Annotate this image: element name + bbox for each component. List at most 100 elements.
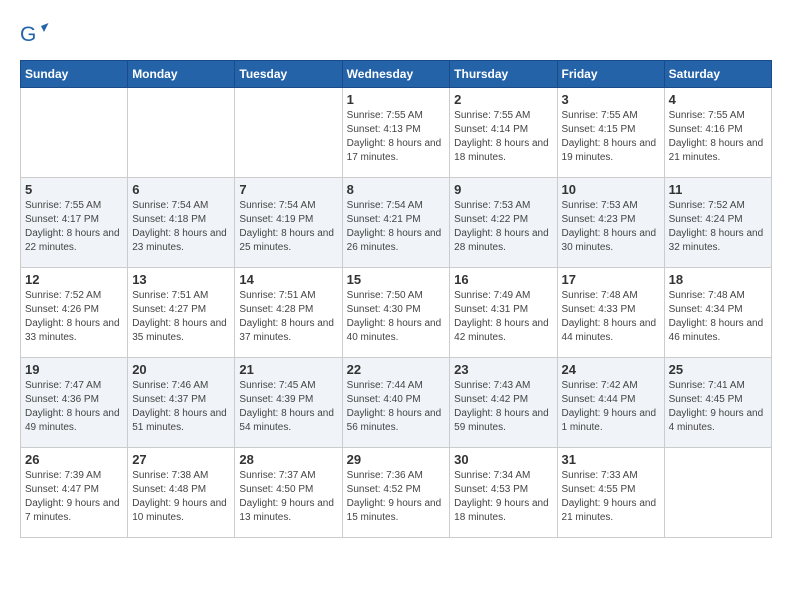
week-row-1: 1 Sunrise: 7:55 AMSunset: 4:13 PMDaylight… (21, 88, 772, 178)
day-number: 20 (132, 362, 230, 377)
calendar-cell: 12 Sunrise: 7:52 AMSunset: 4:26 PMDayligh… (21, 268, 128, 358)
day-info: Sunrise: 7:41 AMSunset: 4:45 PMDaylight:… (669, 379, 767, 435)
day-info: Sunrise: 7:55 AMSunset: 4:15 PMDaylight:… (562, 109, 660, 165)
calendar-cell: 11Sunrise: 7:52 AMSunset: 4:24 PMDayligh… (664, 178, 771, 268)
day-number: 17 (562, 272, 660, 287)
calendar-cell: 20 Sunrise: 7:46 AMSunset: 4:37 PMDayligh… (128, 358, 235, 448)
calendar-cell: 21Sunrise: 7:45 AMSunset: 4:39 PMDayligh… (235, 358, 342, 448)
week-row-5: 26Sunrise: 7:39 AMSunset: 4:47 PMDayligh… (21, 448, 772, 538)
day-info: Sunrise: 7:36 AMSunset: 4:52 PMDaylight:… (347, 469, 446, 525)
calendar-cell: 13Sunrise: 7:51 AMSunset: 4:27 PMDayligh… (128, 268, 235, 358)
calendar-cell: 5 Sunrise: 7:55 AMSunset: 4:17 PMDaylight… (21, 178, 128, 268)
day-info: Sunrise: 7:45 AMSunset: 4:39 PMDaylight:… (239, 379, 337, 435)
header-saturday: Saturday (664, 61, 771, 88)
calendar-cell: 19 Sunrise: 7:47 AMSunset: 4:36 PMDayligh… (21, 358, 128, 448)
day-number: 14 (239, 272, 337, 287)
calendar-cell: 30 Sunrise: 7:34 AMSunset: 4:53 PMDayligh… (450, 448, 557, 538)
day-number: 12 (25, 272, 123, 287)
calendar-cell (128, 88, 235, 178)
day-number: 10 (562, 182, 660, 197)
header-thursday: Thursday (450, 61, 557, 88)
calendar-cell: 17 Sunrise: 7:48 AMSunset: 4:33 PMDayligh… (557, 268, 664, 358)
calendar-cell: 10 Sunrise: 7:53 AMSunset: 4:23 PMDayligh… (557, 178, 664, 268)
day-number: 1 (347, 92, 446, 107)
day-number: 30 (454, 452, 552, 467)
header-sunday: Sunday (21, 61, 128, 88)
day-info: Sunrise: 7:48 AMSunset: 4:34 PMDaylight:… (669, 289, 767, 345)
day-number: 31 (562, 452, 660, 467)
day-info: Sunrise: 7:33 AMSunset: 4:55 PMDaylight:… (562, 469, 660, 525)
calendar-cell: 23 Sunrise: 7:43 AMSunset: 4:42 PMDayligh… (450, 358, 557, 448)
logo-icon: G (20, 20, 50, 50)
day-number: 16 (454, 272, 552, 287)
day-info: Sunrise: 7:55 AMSunset: 4:17 PMDaylight:… (25, 199, 123, 255)
day-info: Sunrise: 7:53 AMSunset: 4:22 PMDaylight:… (454, 199, 552, 255)
calendar-cell: 2 Sunrise: 7:55 AMSunset: 4:14 PMDaylight… (450, 88, 557, 178)
calendar-cell: 6 Sunrise: 7:54 AMSunset: 4:18 PMDaylight… (128, 178, 235, 268)
day-number: 28 (239, 452, 337, 467)
day-info: Sunrise: 7:48 AMSunset: 4:33 PMDaylight:… (562, 289, 660, 345)
calendar-cell: 15 Sunrise: 7:50 AMSunset: 4:30 PMDayligh… (342, 268, 450, 358)
calendar-cell: 1 Sunrise: 7:55 AMSunset: 4:13 PMDaylight… (342, 88, 450, 178)
day-info: Sunrise: 7:52 AMSunset: 4:26 PMDaylight:… (25, 289, 123, 345)
day-number: 29 (347, 452, 446, 467)
day-number: 5 (25, 182, 123, 197)
day-number: 26 (25, 452, 123, 467)
calendar-cell: 4 Sunrise: 7:55 AMSunset: 4:16 PMDaylight… (664, 88, 771, 178)
calendar-cell: 24 Sunrise: 7:42 AMSunset: 4:44 PMDayligh… (557, 358, 664, 448)
calendar-cell (21, 88, 128, 178)
week-row-2: 5 Sunrise: 7:55 AMSunset: 4:17 PMDaylight… (21, 178, 772, 268)
day-number: 24 (562, 362, 660, 377)
calendar-cell: 9Sunrise: 7:53 AMSunset: 4:22 PMDaylight… (450, 178, 557, 268)
day-info: Sunrise: 7:54 AMSunset: 4:18 PMDaylight:… (132, 199, 230, 255)
day-info: Sunrise: 7:55 AMSunset: 4:14 PMDaylight:… (454, 109, 552, 165)
day-info: Sunrise: 7:51 AMSunset: 4:28 PMDaylight:… (239, 289, 337, 345)
day-number: 7 (239, 182, 337, 197)
day-number: 22 (347, 362, 446, 377)
day-number: 4 (669, 92, 767, 107)
day-number: 27 (132, 452, 230, 467)
day-info: Sunrise: 7:53 AMSunset: 4:23 PMDaylight:… (562, 199, 660, 255)
week-row-3: 12 Sunrise: 7:52 AMSunset: 4:26 PMDayligh… (21, 268, 772, 358)
calendar-cell: 26Sunrise: 7:39 AMSunset: 4:47 PMDayligh… (21, 448, 128, 538)
calendar-cell: 18 Sunrise: 7:48 AMSunset: 4:34 PMDayligh… (664, 268, 771, 358)
header-monday: Monday (128, 61, 235, 88)
day-info: Sunrise: 7:38 AMSunset: 4:48 PMDaylight:… (132, 469, 230, 525)
day-number: 2 (454, 92, 552, 107)
day-info: Sunrise: 7:43 AMSunset: 4:42 PMDaylight:… (454, 379, 552, 435)
calendar-cell (664, 448, 771, 538)
calendar-cell: 14 Sunrise: 7:51 AMSunset: 4:28 PMDayligh… (235, 268, 342, 358)
calendar-cell: 29 Sunrise: 7:36 AMSunset: 4:52 PMDayligh… (342, 448, 450, 538)
day-info: Sunrise: 7:34 AMSunset: 4:53 PMDaylight:… (454, 469, 552, 525)
day-info: Sunrise: 7:37 AMSunset: 4:50 PMDaylight:… (239, 469, 337, 525)
calendar-cell: 22Sunrise: 7:44 AMSunset: 4:40 PMDayligh… (342, 358, 450, 448)
day-info: Sunrise: 7:55 AMSunset: 4:13 PMDaylight:… (347, 109, 446, 165)
calendar-cell: 25 Sunrise: 7:41 AMSunset: 4:45 PMDayligh… (664, 358, 771, 448)
day-number: 23 (454, 362, 552, 377)
header: G (20, 20, 772, 50)
day-number: 18 (669, 272, 767, 287)
calendar-cell: 7Sunrise: 7:54 AMSunset: 4:19 PMDaylight… (235, 178, 342, 268)
calendar-cell: 8 Sunrise: 7:54 AMSunset: 4:21 PMDaylight… (342, 178, 450, 268)
day-number: 19 (25, 362, 123, 377)
day-number: 8 (347, 182, 446, 197)
day-number: 13 (132, 272, 230, 287)
header-tuesday: Tuesday (235, 61, 342, 88)
day-info: Sunrise: 7:50 AMSunset: 4:30 PMDaylight:… (347, 289, 446, 345)
calendar-cell: 31 Sunrise: 7:33 AMSunset: 4:55 PMDayligh… (557, 448, 664, 538)
day-info: Sunrise: 7:54 AMSunset: 4:21 PMDaylight:… (347, 199, 446, 255)
day-number: 15 (347, 272, 446, 287)
day-number: 3 (562, 92, 660, 107)
day-number: 25 (669, 362, 767, 377)
day-info: Sunrise: 7:55 AMSunset: 4:16 PMDaylight:… (669, 109, 767, 165)
calendar: SundayMondayTuesdayWednesdayThursdayFrid… (20, 60, 772, 538)
week-row-4: 19 Sunrise: 7:47 AMSunset: 4:36 PMDayligh… (21, 358, 772, 448)
day-info: Sunrise: 7:46 AMSunset: 4:37 PMDaylight:… (132, 379, 230, 435)
day-info: Sunrise: 7:42 AMSunset: 4:44 PMDaylight:… (562, 379, 660, 435)
day-info: Sunrise: 7:52 AMSunset: 4:24 PMDaylight:… (669, 199, 767, 255)
header-friday: Friday (557, 61, 664, 88)
day-number: 6 (132, 182, 230, 197)
day-info: Sunrise: 7:47 AMSunset: 4:36 PMDaylight:… (25, 379, 123, 435)
day-info: Sunrise: 7:49 AMSunset: 4:31 PMDaylight:… (454, 289, 552, 345)
calendar-cell: 16 Sunrise: 7:49 AMSunset: 4:31 PMDayligh… (450, 268, 557, 358)
